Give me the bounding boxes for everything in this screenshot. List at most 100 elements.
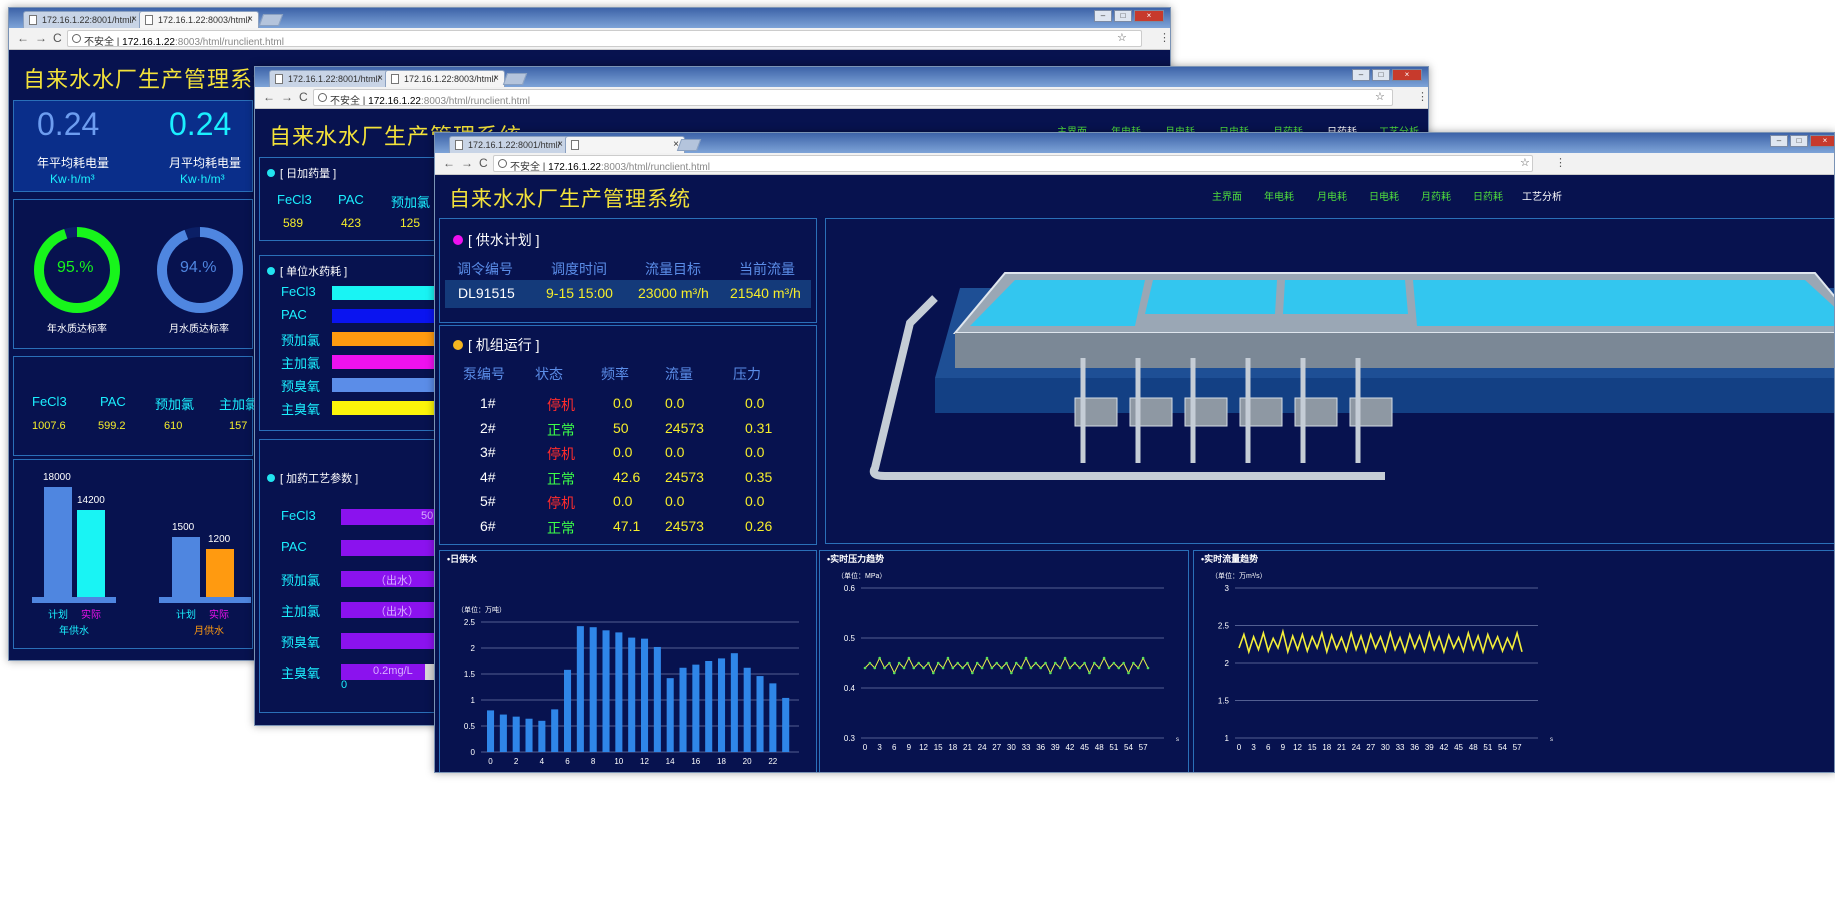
new-tab-button[interactable] xyxy=(676,139,702,151)
menu-icon[interactable]: ⋮ xyxy=(1555,156,1566,169)
process-name: 预加氯 xyxy=(281,573,321,588)
menu-icon[interactable]: ⋮ xyxy=(1417,90,1428,103)
maximize-button[interactable]: □ xyxy=(1790,135,1808,147)
series-point xyxy=(1068,666,1072,670)
year-quality-value: 95.% xyxy=(57,259,94,276)
units-cell: 0.0 xyxy=(665,395,685,411)
url-path: :8003/html/runclient.html xyxy=(600,162,710,172)
close-button[interactable]: × xyxy=(1392,69,1422,81)
new-tab-button[interactable] xyxy=(258,14,284,26)
pool-wall xyxy=(955,333,1834,368)
forward-icon[interactable]: → xyxy=(35,31,47,45)
dose-name: 预加氯 xyxy=(391,195,431,210)
series-line xyxy=(864,656,1149,675)
back-icon[interactable]: ← xyxy=(443,156,455,170)
chart-title: •实时压力趋势 xyxy=(827,553,884,564)
x-tick-label: 57 xyxy=(1139,743,1148,752)
close-button[interactable]: × xyxy=(1810,135,1834,147)
tab-2[interactable]: 172.16.1.22:8003/html/× xyxy=(385,70,505,87)
page-icon xyxy=(145,15,153,25)
window-controls: – □ × xyxy=(1092,10,1164,24)
dose-value: 125 xyxy=(400,216,421,230)
x-tick-label: 27 xyxy=(1366,743,1375,752)
x-tick-label: 8 xyxy=(591,757,596,766)
insecure-label: 不安全 xyxy=(330,96,360,106)
close-button[interactable]: × xyxy=(1134,10,1164,22)
tab-2[interactable]: × xyxy=(565,136,685,153)
year-plan-bar xyxy=(44,487,72,597)
bar xyxy=(628,637,636,752)
nav-process[interactable]: 工艺分析 xyxy=(1522,188,1562,203)
nav-day-power[interactable]: 日电耗 xyxy=(1369,188,1399,203)
units-cell: 0.0 xyxy=(665,493,685,509)
minimize-button[interactable]: – xyxy=(1094,10,1112,22)
bar xyxy=(653,646,661,752)
y-tick-label: 2.5 xyxy=(464,618,476,627)
tab-close-icon[interactable]: × xyxy=(493,73,499,84)
reload-icon[interactable]: C xyxy=(299,90,308,104)
process-bar-text: 50 xyxy=(421,510,434,522)
tab-close-icon[interactable]: × xyxy=(131,14,137,25)
back-icon[interactable]: ← xyxy=(17,31,29,45)
units-cell: 24573 xyxy=(665,517,704,534)
series-point xyxy=(1132,661,1135,665)
maximize-button[interactable]: □ xyxy=(1372,69,1390,81)
x-tick-label: 45 xyxy=(1080,743,1089,752)
x-axis-unit: s xyxy=(1176,737,1179,743)
page-icon xyxy=(391,74,399,84)
back-icon[interactable]: ← xyxy=(263,90,275,104)
unit-cons-name: 预加氯 xyxy=(281,333,321,348)
tab-1[interactable]: 172.16.1.22:8001/html/× xyxy=(449,136,569,153)
minimize-button[interactable]: – xyxy=(1352,69,1370,81)
unit-cons-name: 主加氯 xyxy=(281,356,321,371)
menu-icon[interactable]: ⋮ xyxy=(1159,31,1170,44)
tab-2[interactable]: 172.16.1.22:8003/html/× xyxy=(139,11,259,28)
units-cell: 停机 xyxy=(547,495,575,511)
series-point xyxy=(966,661,969,665)
tab-1[interactable]: 172.16.1.22:8001/html/× xyxy=(23,11,143,28)
series-point xyxy=(873,666,877,670)
nav-month-power[interactable]: 月电耗 xyxy=(1317,188,1347,203)
bar xyxy=(576,626,584,752)
bookmark-star-icon[interactable]: ☆ xyxy=(1117,31,1127,44)
nav-main[interactable]: 主界面 xyxy=(1212,188,1242,203)
url-field[interactable]: 不安全 | 172.16.1.22:8003/html/runclient.ht… xyxy=(493,155,1533,172)
unit-cons-name: 预臭氧 xyxy=(281,379,321,394)
x-tick-label: 57 xyxy=(1513,743,1522,752)
maximize-button[interactable]: □ xyxy=(1114,10,1132,22)
url-field[interactable]: 不安全 | 172.16.1.22:8003/html/runclient.ht… xyxy=(67,30,1142,47)
address-bar-row: ← → C 不安全 | 172.16.1.22:8003/html/runcli… xyxy=(435,153,1834,175)
process-param-title: [ 加药工艺参数 ] xyxy=(267,470,358,486)
bookmark-star-icon[interactable]: ☆ xyxy=(1520,156,1530,169)
forward-icon[interactable]: → xyxy=(461,156,473,170)
x-tick-label: 15 xyxy=(934,743,943,752)
tab-close-icon[interactable]: × xyxy=(557,139,563,150)
series-point xyxy=(941,666,945,670)
tab-close-icon[interactable]: × xyxy=(377,73,383,84)
forward-icon[interactable]: → xyxy=(281,90,293,104)
series-point xyxy=(1053,661,1057,665)
bar xyxy=(499,714,507,752)
url-field[interactable]: 不安全 | 172.16.1.22:8003/html/runclient.ht… xyxy=(313,89,1393,106)
x-tick-label: 15 xyxy=(1308,743,1317,752)
plan-cell: 21540 m³/h xyxy=(730,285,801,301)
bookmark-star-icon[interactable]: ☆ xyxy=(1375,90,1385,103)
chart-unit-label: （单位：MPa） xyxy=(837,571,886,580)
address-bar-row: ← → C 不安全 | 172.16.1.22:8003/html/runcli… xyxy=(9,28,1170,50)
reload-icon[interactable]: C xyxy=(479,156,488,170)
nav-year-power[interactable]: 年电耗 xyxy=(1264,188,1294,203)
tab-1[interactable]: 172.16.1.22:8001/html/× xyxy=(269,70,389,87)
units-cell: 50 xyxy=(613,419,629,436)
reload-icon[interactable]: C xyxy=(53,31,62,45)
x-tick-label: 6 xyxy=(565,757,570,766)
new-tab-button[interactable] xyxy=(502,73,528,85)
unit-cons-bar xyxy=(332,355,442,369)
units-cell: 24573 xyxy=(665,419,704,436)
process-bar-text: 0.2mg/L xyxy=(373,665,413,677)
minimize-button[interactable]: – xyxy=(1770,135,1788,147)
nav-month-chem[interactable]: 月药耗 xyxy=(1421,188,1451,203)
tab-close-icon[interactable]: × xyxy=(247,14,253,25)
nav-day-chem[interactable]: 日药耗 xyxy=(1473,188,1503,203)
series-point xyxy=(985,656,989,660)
units-header: 状态 xyxy=(535,366,563,382)
